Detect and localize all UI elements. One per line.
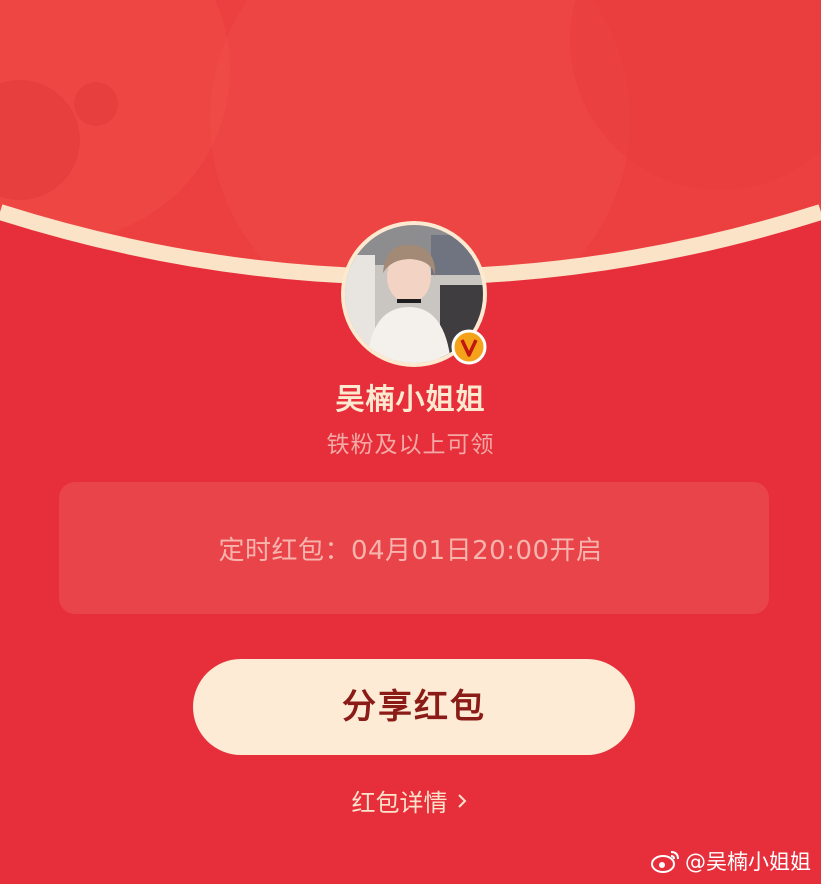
- share-button-label: 分享红包: [342, 688, 486, 726]
- weibo-logo-icon: [651, 851, 679, 873]
- details-link-label: 红包详情: [351, 789, 448, 817]
- watermark: @吴楠小姐姐: [651, 846, 811, 876]
- watermark-text: @吴楠小姐姐: [685, 850, 811, 874]
- timed-packet-text: 定时红包：04月01日20:00开启: [218, 536, 603, 566]
- verified-v-badge-icon: [451, 329, 487, 365]
- user-name: 吴楠小姐姐: [335, 382, 486, 416]
- red-packet-page: 吴楠小姐姐 铁粉及以上可领 定时红包：04月01日20:00开启 分享红包 红包…: [0, 0, 821, 884]
- share-packet-button[interactable]: 分享红包: [193, 659, 635, 755]
- chevron-right-icon: [457, 793, 466, 808]
- eligibility-text: 铁粉及以上可领: [326, 432, 495, 458]
- packet-details-link[interactable]: 红包详情: [0, 783, 821, 818]
